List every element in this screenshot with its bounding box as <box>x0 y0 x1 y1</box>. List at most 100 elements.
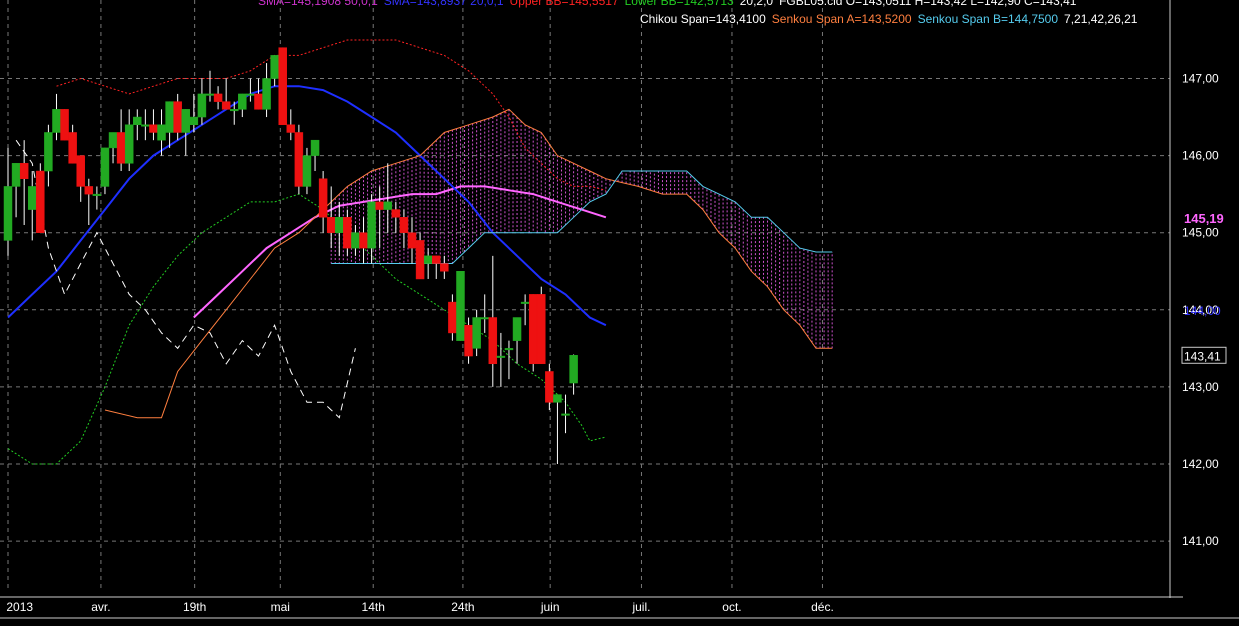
bearish-candle-body <box>149 124 158 133</box>
x-tick-label: mai <box>271 600 290 614</box>
bullish-candle-body <box>11 163 21 187</box>
bullish-candle-body <box>189 116 199 126</box>
y-tick-label: 141,00 <box>1182 534 1219 548</box>
legend-entry: 20,2,0 <box>740 0 774 8</box>
bullish-candle-body <box>351 232 360 249</box>
bullish-candle-body <box>456 271 465 341</box>
bullish-candle-body <box>383 201 393 210</box>
price-axis-label: 143,41 <box>1184 349 1221 363</box>
bullish-candle-body <box>229 109 239 112</box>
bullish-candle-body <box>512 317 522 341</box>
candle <box>36 163 45 233</box>
bullish-candle-body <box>270 55 279 79</box>
bearish-candle-body <box>391 209 401 218</box>
x-tick-label: déc. <box>811 600 834 614</box>
bearish-candle-body <box>278 47 287 126</box>
legend-entry: 7,21,42,26,21 <box>1064 12 1138 26</box>
legend-line-ichimoku: Chikou Span=143,4100 Senkou Span A=143,52… <box>640 12 1138 26</box>
bullish-candle-body <box>520 301 530 304</box>
x-tick-label: 14th <box>362 600 385 614</box>
bearish-candle-body <box>464 324 473 357</box>
bullish-candle-body <box>52 109 61 133</box>
legend-entry: Senkou Span B=144,7500 <box>918 12 1059 26</box>
y-tick-label: 145,00 <box>1182 226 1219 240</box>
bearish-candle-body <box>545 371 554 403</box>
bullish-candle-body <box>310 139 320 156</box>
bullish-candle-body <box>262 78 271 110</box>
x-tick-label: avr. <box>91 600 110 614</box>
bullish-candle-body <box>496 355 506 358</box>
bearish-candle-body <box>68 132 77 164</box>
bullish-candle-body <box>246 93 255 96</box>
bullish-candle-body <box>181 109 191 133</box>
bullish-candle-body <box>44 132 53 172</box>
legend-entry: Senkou Span A=143,5200 <box>772 12 912 26</box>
bullish-candle-body <box>3 186 13 241</box>
chart-background <box>0 0 1239 621</box>
bearish-candle-body <box>19 163 29 179</box>
bullish-candle-body <box>92 193 102 196</box>
bullish-candle-body <box>367 201 376 249</box>
bearish-candle-body <box>343 217 352 249</box>
bullish-candle-body <box>553 394 562 403</box>
bullish-candle-body <box>569 355 578 384</box>
x-tick-label: 2013 <box>6 600 33 614</box>
y-tick-label: 143,00 <box>1182 380 1219 394</box>
legend-entry: SMA=143,8937 20,0,1 <box>384 0 504 8</box>
bullish-candle-body <box>205 93 215 96</box>
legend-entry: Upper BB=145,5517 <box>510 0 619 8</box>
bearish-candle-body <box>60 109 69 141</box>
bearish-candle-body <box>528 294 538 365</box>
x-tick-label: juin <box>540 600 560 614</box>
bearish-candle-body <box>326 217 336 233</box>
bearish-candle-body <box>440 263 449 272</box>
bullish-candle-body <box>472 317 481 349</box>
bearish-candle-body <box>448 301 457 334</box>
bearish-candle-body <box>359 232 368 249</box>
bearish-candle-body <box>537 294 546 365</box>
candle <box>528 294 538 372</box>
bullish-candle-body <box>100 147 110 187</box>
bullish-candle-body <box>561 413 570 416</box>
x-tick-label: juil. <box>631 600 650 614</box>
bearish-candle-body <box>173 101 182 133</box>
bearish-candle-body <box>399 217 409 233</box>
y-tick-label: 146,00 <box>1182 149 1219 163</box>
x-tick-label: 24th <box>451 600 474 614</box>
chart-canvas: 141,00 142,00 143,00 144,00 145,00 146,00 147,… <box>0 0 1239 621</box>
bullish-candle-body <box>133 116 142 126</box>
price-axis-label: 145,19 <box>1184 211 1224 226</box>
bearish-candle-body <box>407 232 417 249</box>
legend-entry: Chikou Span=143,4100 <box>640 12 766 26</box>
bearish-candle-body <box>318 178 328 218</box>
bearish-candle-body <box>116 132 126 164</box>
bullish-candle-body <box>238 93 247 110</box>
bullish-candle-body <box>157 124 166 141</box>
candle <box>278 47 287 126</box>
bullish-candle-body <box>335 217 344 233</box>
x-tick-label: 19th <box>183 600 206 614</box>
bullish-candle-body <box>480 317 489 320</box>
x-tick-label: oct. <box>722 600 741 614</box>
y-tick-label: 142,00 <box>1182 457 1219 471</box>
legend-entry: Lower BB=142,5713 <box>625 0 734 8</box>
bullish-candle-body <box>197 93 207 118</box>
ichimoku-chart: 141,00 142,00 143,00 144,00 145,00 146,00 147,… <box>0 0 1239 621</box>
bearish-candle-body <box>84 186 94 195</box>
y-tick-label: 147,00 <box>1182 72 1219 86</box>
bullish-candle-body <box>124 124 134 164</box>
bearish-candle-body <box>213 93 223 102</box>
bearish-candle-body <box>294 132 304 187</box>
legend-entry: FGBL05.cld O=143,0511 H=143,42 L=142,90 … <box>779 0 1077 8</box>
bearish-candle-body <box>431 255 441 264</box>
bearish-candle-body <box>221 101 231 110</box>
bullish-candle-body <box>108 132 118 149</box>
bullish-candle-body <box>504 348 514 351</box>
bearish-candle-body <box>286 124 296 133</box>
bullish-candle-body <box>165 101 174 133</box>
bullish-candle-body <box>141 124 150 127</box>
bullish-candle-body <box>423 255 433 264</box>
bearish-candle-body <box>488 317 498 365</box>
candle <box>294 124 304 195</box>
bearish-candle-body <box>375 201 384 210</box>
